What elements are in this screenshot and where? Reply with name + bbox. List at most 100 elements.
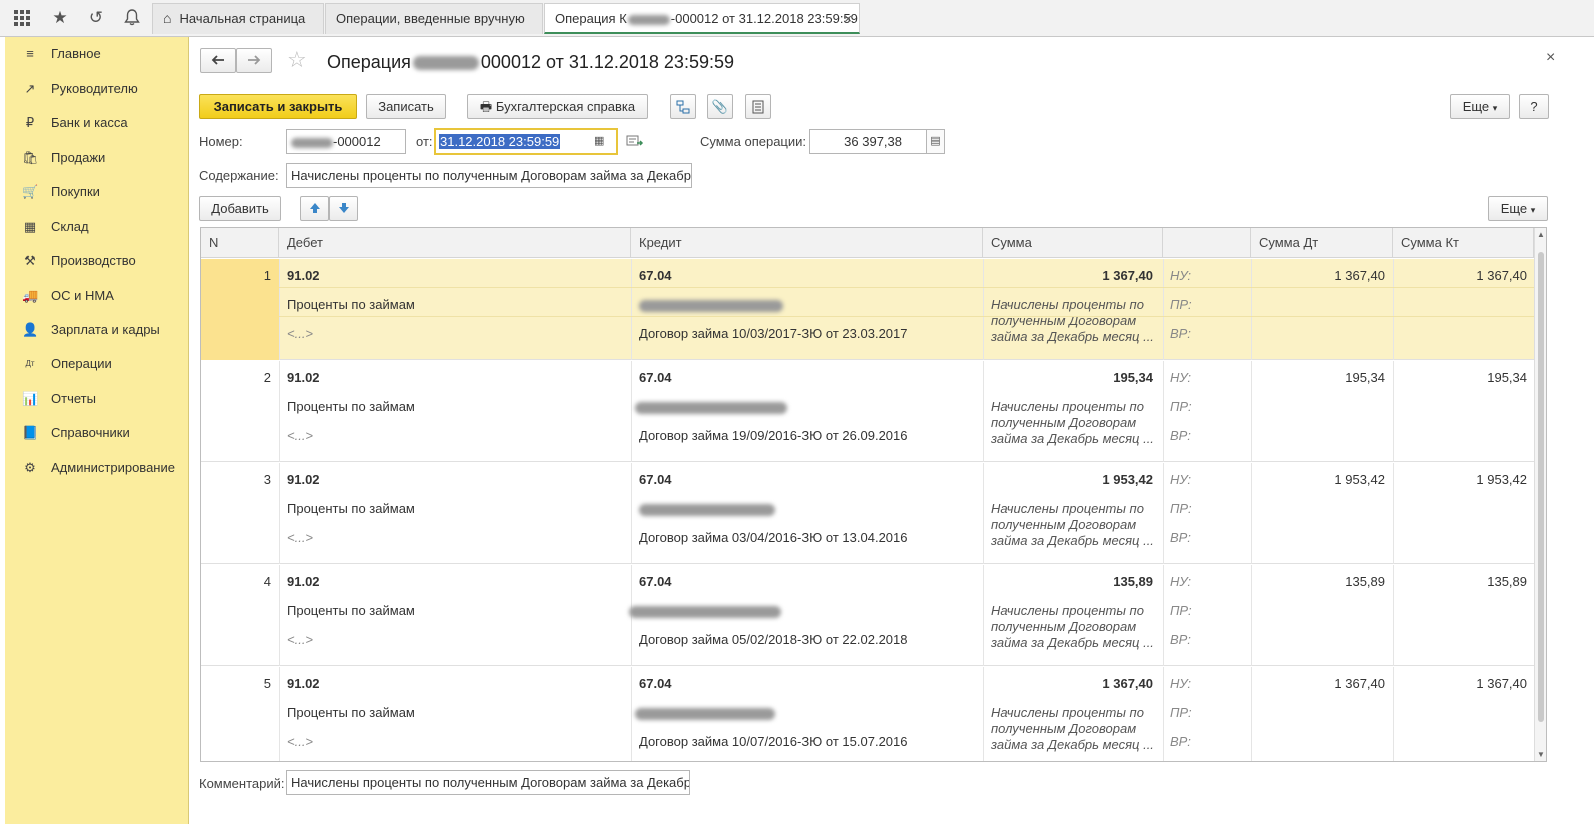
debit-account[interactable]: 91.02	[287, 472, 320, 487]
credit-contract[interactable]: Договор займа 03/04/2016-ЗЮ от 13.04.201…	[639, 530, 908, 545]
credit-contract[interactable]: Договор займа 05/02/2018-ЗЮ от 22.02.201…	[639, 632, 908, 647]
sidebar-item-manager[interactable]: ↗ Руководителю	[5, 74, 189, 104]
credit-counterparty-redacted[interactable]	[639, 297, 783, 312]
scrollbar-thumb[interactable]	[1538, 252, 1544, 722]
entry-description[interactable]: Начислены проценты по полученным Договора…	[991, 603, 1154, 651]
sum-dt[interactable]: 135,89	[1251, 574, 1385, 589]
favorite-star-icon[interactable]: ☆	[287, 48, 307, 72]
sum-kt[interactable]: 1 367,40	[1393, 268, 1527, 283]
entry-sum[interactable]: 135,89	[983, 574, 1153, 589]
column-header-sum[interactable]: Сумма	[983, 228, 1163, 258]
sidebar-item-operations[interactable]: Дт Операции	[5, 349, 189, 379]
scroll-up-icon[interactable]: ▲	[1537, 230, 1545, 239]
entry-description[interactable]: Начислены проценты по полученным Договора…	[991, 399, 1154, 447]
column-header-sum-kt[interactable]: Сумма Кт	[1393, 228, 1534, 258]
vertical-scrollbar[interactable]: ▲ ▼	[1534, 228, 1546, 761]
entry-description[interactable]: Начислены проценты по полученным Договора…	[991, 297, 1154, 345]
entry-sum[interactable]: 1 367,40	[983, 268, 1153, 283]
entry-sum[interactable]: 195,34	[983, 370, 1153, 385]
credit-account[interactable]: 67.04	[639, 472, 672, 487]
sum-kt[interactable]: 195,34	[1393, 370, 1527, 385]
sidebar-item-production[interactable]: ⚒ Производство	[5, 246, 189, 276]
debit-subconto-empty[interactable]: <...>	[287, 734, 313, 749]
content-field[interactable]: Начислены проценты по полученным Договор…	[286, 163, 692, 188]
debit-subconto[interactable]: Проценты по займам	[287, 705, 415, 720]
attachment-button[interactable]: 📎	[707, 94, 733, 119]
forward-button[interactable]	[236, 48, 272, 73]
debit-account[interactable]: 91.02	[287, 268, 320, 283]
sidebar-item-purchases[interactable]: 🛒 Покупки	[5, 177, 189, 207]
save-button[interactable]: Записать	[366, 94, 446, 119]
table-row[interactable]: 1 91.02 Проценты по займам <...> 67.04 Догово…	[201, 259, 1534, 360]
table-row[interactable]: 5 91.02 Проценты по займам <...> 67.04 Догово…	[201, 667, 1534, 761]
column-header-n[interactable]: N	[201, 228, 279, 258]
select-date-icon[interactable]	[626, 134, 644, 148]
credit-contract[interactable]: Договор займа 10/07/2016-ЗЮ от 15.07.201…	[639, 734, 908, 749]
history-icon[interactable]: ↺	[78, 0, 114, 36]
sum-kt[interactable]: 1 953,42	[1393, 472, 1527, 487]
sidebar-item-payroll[interactable]: 👤 Зарплата и кадры	[5, 315, 189, 345]
column-header-debit[interactable]: Дебет	[279, 228, 631, 258]
structure-button[interactable]	[670, 94, 696, 119]
column-header-tax-type[interactable]	[1163, 228, 1251, 258]
table-row[interactable]: 2 91.02 Проценты по займам <...> 67.04 Догово…	[201, 361, 1534, 462]
debit-subconto-empty[interactable]: <...>	[287, 428, 313, 443]
tab-operation[interactable]: Операция К -000012 от 31.12.2018 23:59:59…	[544, 3, 860, 34]
credit-contract[interactable]: Договор займа 10/03/2017-ЗЮ от 23.03.201…	[639, 326, 908, 341]
save-and-close-button[interactable]: Записать и закрыть	[199, 94, 357, 119]
tab-home[interactable]: ⌂ Начальная страница	[152, 3, 324, 34]
calculator-icon[interactable]: ▤	[927, 129, 945, 154]
number-field[interactable]: -000012	[286, 129, 406, 154]
credit-counterparty-redacted[interactable]	[639, 501, 775, 516]
column-header-credit[interactable]: Кредит	[631, 228, 983, 258]
debit-subconto-empty[interactable]: <...>	[287, 632, 313, 647]
close-tab-icon[interactable]: ×	[844, 4, 852, 32]
sidebar-item-fixed-assets[interactable]: 🚚 ОС и НМА	[5, 281, 189, 311]
credit-account[interactable]: 67.04	[639, 370, 672, 385]
table-row[interactable]: 3 91.02 Проценты по займам <...> 67.04 Догово…	[201, 463, 1534, 564]
tab-manual-operations[interactable]: Операции, введенные вручную	[325, 3, 543, 34]
favorites-star-icon[interactable]: ★	[42, 0, 78, 36]
close-form-icon[interactable]: ×	[1546, 49, 1555, 67]
sidebar-item-reports[interactable]: 📊 Отчеты	[5, 384, 189, 414]
debit-subconto[interactable]: Проценты по займам	[287, 603, 415, 618]
scroll-down-icon[interactable]: ▼	[1537, 750, 1545, 759]
credit-account[interactable]: 67.04	[639, 676, 672, 691]
entry-description[interactable]: Начислены проценты по полученным Договора…	[991, 705, 1154, 753]
back-button[interactable]	[200, 48, 236, 73]
debit-subconto[interactable]: Проценты по займам	[287, 501, 415, 516]
credit-account[interactable]: 67.04	[639, 268, 672, 283]
more-button[interactable]: Еще ▾	[1450, 94, 1510, 119]
calendar-icon[interactable]: ▦	[594, 130, 604, 153]
sum-kt[interactable]: 1 367,40	[1393, 676, 1527, 691]
sum-dt[interactable]: 1 953,42	[1251, 472, 1385, 487]
add-row-button[interactable]: Добавить	[199, 196, 281, 221]
debit-subconto[interactable]: Проценты по займам	[287, 399, 415, 414]
help-button[interactable]: ?	[1519, 94, 1549, 119]
notifications-bell-icon[interactable]	[114, 0, 150, 36]
list-view-button[interactable]	[745, 94, 771, 119]
table-more-button[interactable]: Еще ▾	[1488, 196, 1548, 221]
accounting-reference-button[interactable]: 🖶 Бухгалтерская справка	[467, 94, 648, 119]
comment-field[interactable]: Начислены проценты по полученным Договор…	[286, 770, 690, 795]
operation-sum-field[interactable]: 36 397,38	[809, 129, 927, 154]
entry-sum[interactable]: 1 367,40	[983, 676, 1153, 691]
sidebar-item-bank[interactable]: ₽ Банк и касса	[5, 108, 189, 138]
apps-grid-icon[interactable]	[4, 0, 40, 36]
debit-subconto[interactable]: Проценты по займам	[287, 297, 415, 312]
debit-account[interactable]: 91.02	[287, 676, 320, 691]
sidebar-item-sales[interactable]: 🛍 Продажи	[5, 143, 189, 173]
credit-counterparty-redacted[interactable]	[629, 603, 781, 618]
sidebar-item-main[interactable]: ≡ Главное	[5, 39, 189, 69]
move-up-button[interactable]	[300, 196, 329, 221]
sum-dt[interactable]: 195,34	[1251, 370, 1385, 385]
sum-dt[interactable]: 1 367,40	[1251, 676, 1385, 691]
entry-sum[interactable]: 1 953,42	[983, 472, 1153, 487]
debit-account[interactable]: 91.02	[287, 370, 320, 385]
entry-description[interactable]: Начислены проценты по полученным Договора…	[991, 501, 1154, 549]
credit-counterparty-redacted[interactable]	[635, 705, 775, 720]
sum-kt[interactable]: 135,89	[1393, 574, 1527, 589]
sum-dt[interactable]: 1 367,40	[1251, 268, 1385, 283]
credit-contract[interactable]: Договор займа 19/09/2016-ЗЮ от 26.09.201…	[639, 428, 908, 443]
debit-subconto-empty[interactable]: <...>	[287, 326, 313, 341]
